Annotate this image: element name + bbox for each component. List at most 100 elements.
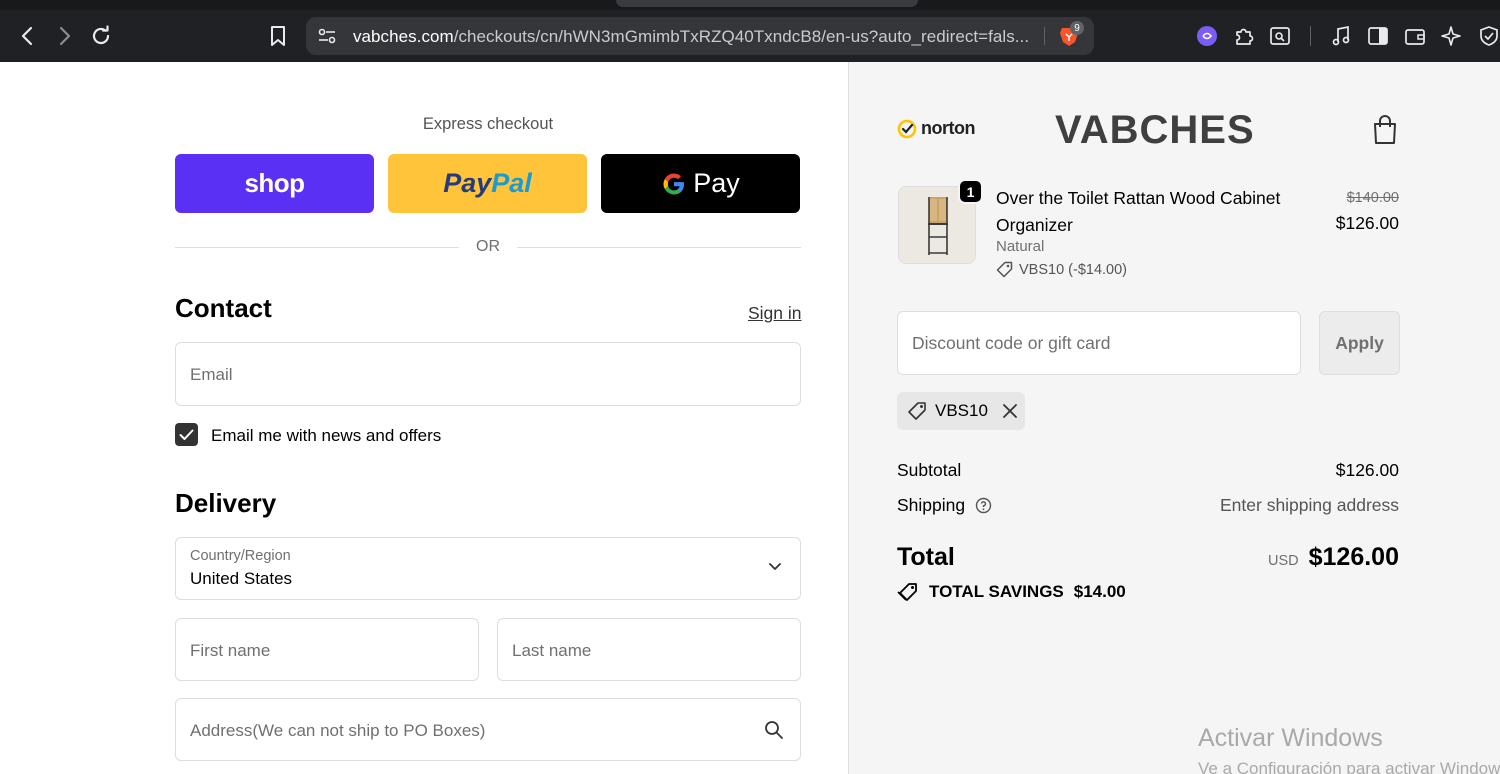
sign-in-link[interactable]: Sign in	[748, 303, 802, 324]
address-placeholder: Address(We can not ship to PO Boxes)	[190, 721, 486, 740]
savings-tag-icon	[897, 583, 917, 601]
sidebar-button[interactable]	[1366, 24, 1390, 48]
tag-icon	[996, 261, 1013, 278]
savings-label: TOTAL SAVINGS	[929, 582, 1064, 601]
extension-purple[interactable]	[1195, 24, 1219, 48]
reload-button[interactable]	[87, 22, 115, 50]
tab-strip	[0, 0, 1500, 10]
extensions-button[interactable]	[1232, 24, 1256, 48]
wallet-icon	[1405, 29, 1425, 45]
delivery-heading: Delivery	[175, 488, 277, 518]
product-discount: VBS10 (-$14.00)	[996, 261, 1127, 278]
total-label: Total	[897, 543, 955, 571]
country-value: United States	[190, 569, 293, 588]
contact-heading: Contact	[175, 293, 272, 323]
music-note-icon	[1332, 25, 1350, 46]
windows-activation-watermark: Activar Windows Ve a Configuración para …	[1198, 724, 1500, 774]
discount-code-input[interactable]: Discount code or gift card	[897, 311, 1301, 375]
price-original: $140.00	[1346, 190, 1399, 206]
sparkle-icon	[1441, 26, 1461, 46]
product-variant: Natural	[996, 238, 1045, 255]
subtotal-label: Subtotal	[897, 460, 962, 480]
savings-value: $14.00	[1073, 582, 1126, 601]
price-current: $126.00	[1335, 213, 1399, 233]
browser-toolbar: vabches.com/checkouts/cn/hWN3mGmimbTxRZQ…	[0, 0, 1500, 62]
screenshot-button[interactable]	[1268, 24, 1292, 48]
leo-ai-button[interactable]	[1440, 24, 1464, 48]
search-page-icon	[1270, 27, 1290, 45]
media-button[interactable]	[1329, 24, 1353, 48]
paypal-logo-part1: Pay	[443, 168, 492, 198]
first-name-field[interactable]: First name	[175, 618, 479, 681]
puzzle-icon	[1236, 28, 1254, 45]
back-button[interactable]	[14, 22, 42, 50]
checkmark-icon	[179, 429, 194, 440]
quantity-badge: 1	[958, 179, 983, 204]
order-summary: norton VABCHES 1 Over the Toilet Rattan …	[848, 62, 1500, 774]
norton-check-icon	[897, 119, 917, 138]
country-label: Country/Region	[190, 548, 291, 564]
norton-badge: norton	[897, 118, 975, 139]
product-discount-text: VBS10 (-$14.00)	[1019, 261, 1128, 278]
sidebar-icon	[1368, 27, 1388, 45]
last-name-placeholder: Last name	[512, 641, 592, 660]
product-name: Over the Toilet Rattan Wood Cabinet Orga…	[996, 188, 1281, 235]
checkout-form: Express checkout shop Pay Pal Pay OR Cont…	[0, 62, 848, 774]
back-arrow-icon	[21, 26, 33, 46]
tag-icon	[908, 402, 926, 420]
shields-count-badge: 9	[1070, 21, 1084, 35]
activation-title: Activar Windows	[1198, 724, 1383, 752]
url-text: vabches.com/checkouts/cn/hWN3mGmimbTxRZQ…	[353, 27, 1030, 46]
chevron-down-icon	[769, 563, 781, 570]
google-pay-button[interactable]: Pay	[601, 154, 800, 213]
active-tab[interactable]	[616, 0, 918, 7]
address-bar[interactable]: vabches.com/checkouts/cn/hWN3mGmimbTxRZQ…	[306, 17, 1094, 55]
shipping-value: Enter shipping address	[1220, 495, 1399, 515]
total-value: $126.00	[1308, 543, 1399, 571]
forward-button[interactable]	[50, 22, 78, 50]
search-icon	[765, 721, 783, 739]
discount-placeholder: Discount code or gift card	[912, 333, 1111, 353]
email-field[interactable]: Email	[175, 342, 801, 406]
or-divider: OR	[175, 238, 801, 258]
applied-discount-chip: VBS10	[897, 392, 1025, 430]
first-name-placeholder: First name	[190, 641, 271, 660]
shop-pay-logo: shop	[244, 168, 305, 198]
last-name-field[interactable]: Last name	[497, 618, 801, 681]
country-select[interactable]: Country/Region United States	[175, 537, 801, 600]
brave-shields-button[interactable]: 9	[1058, 21, 1084, 47]
bookmark-button[interactable]	[264, 22, 292, 50]
reload-icon	[92, 25, 110, 45]
newsletter-label: Email me with news and offers	[211, 426, 442, 445]
shipping-label: Shipping	[897, 495, 966, 515]
paypal-button[interactable]: Pay Pal	[388, 154, 587, 213]
newsletter-checkbox[interactable]	[175, 423, 198, 446]
shop-pay-button[interactable]: shop	[175, 154, 374, 213]
apply-button[interactable]: Apply	[1319, 311, 1400, 375]
bookmark-icon	[271, 26, 285, 46]
total-currency: USD	[1268, 553, 1299, 569]
shopping-bag-icon[interactable]	[1371, 114, 1399, 146]
site-settings-icon[interactable]	[318, 28, 336, 44]
wallet-button[interactable]	[1403, 24, 1427, 48]
google-g-icon	[663, 173, 685, 194]
shield-icon	[1480, 26, 1498, 46]
forward-arrow-icon	[59, 26, 71, 46]
shipping-row: Shipping	[897, 495, 992, 516]
purple-extension-icon	[1197, 26, 1217, 46]
total-amount: USD $126.00	[1268, 543, 1399, 572]
subtotal-value: $126.00	[1335, 460, 1399, 480]
remove-discount-icon[interactable]	[1002, 403, 1018, 419]
email-placeholder: Email	[190, 365, 233, 384]
express-checkout-title: Express checkout	[422, 115, 554, 133]
vpn-button[interactable]	[1477, 24, 1500, 48]
store-logo[interactable]: VABCHES	[1055, 108, 1255, 153]
total-savings: TOTAL SAVINGS $14.00	[897, 582, 1126, 602]
address-field[interactable]: Address(We can not ship to PO Boxes)	[175, 698, 801, 761]
paypal-logo-part2: Pal	[491, 168, 532, 198]
help-icon[interactable]	[975, 497, 992, 514]
activation-subtitle: Ve a Configuración para activar Windows.	[1198, 759, 1500, 774]
norton-wordmark: norton	[921, 118, 975, 138]
applied-code: VBS10	[935, 401, 988, 420]
google-pay-label: Pay	[693, 168, 740, 198]
